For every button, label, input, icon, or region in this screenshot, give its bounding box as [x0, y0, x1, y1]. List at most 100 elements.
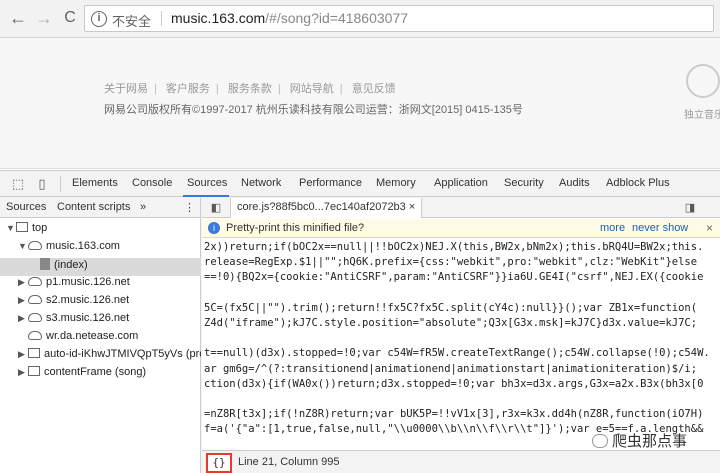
url-separator: [161, 11, 162, 26]
tab-memory[interactable]: Memory: [376, 177, 416, 189]
tab-adblock-plus[interactable]: Adblock Plus: [606, 177, 670, 189]
cloud-icon: [28, 277, 42, 286]
back-arrow-icon[interactable]: ←: [6, 6, 30, 30]
tab-console[interactable]: Console: [132, 177, 172, 189]
footer-divider: |: [277, 83, 281, 95]
footer-link-service[interactable]: 客户服务: [166, 83, 210, 95]
pretty-print-button[interactable]: {}: [206, 453, 232, 473]
tab-elements[interactable]: Elements: [72, 177, 118, 189]
address-bar[interactable]: i 不安全 music.163.com/#/song?id=418603077: [84, 5, 714, 32]
cursor-position: Line 21, Column 995: [238, 456, 340, 468]
page-viewport: 关于网易 | 客户服务 | 服务条款 | 网站导航 | 意见反馈 网易公司版权所有©19…: [0, 38, 720, 169]
indie-music-label: 独立音乐: [684, 110, 720, 121]
tree-item[interactable]: ▼ top: [0, 222, 201, 240]
footer-divider: |: [339, 83, 343, 95]
tree-item-label: wr.da.netease.com: [46, 330, 139, 342]
tab-audits[interactable]: Audits: [559, 177, 590, 189]
tree-item[interactable]: ▶ auto-id-iKhwJTMIVQpT5yVs (prox: [0, 348, 201, 366]
navigator-tab-sources[interactable]: Sources: [6, 201, 46, 213]
tab-performance[interactable]: Performance: [299, 177, 362, 189]
toolbar-divider: [60, 176, 61, 192]
expand-down-icon: ▼: [6, 223, 15, 233]
tree-item-label: p1.music.126.net: [46, 276, 130, 288]
editor-tab-core-js[interactable]: core.js?88f5bc0...7ec140af2072b3 ×: [230, 198, 423, 218]
cloud-icon: [28, 241, 42, 250]
copyright-text: 网易公司版权所有©1997-2017 杭州乐读科技有限公司运营：浙网文[2015…: [104, 104, 523, 116]
tree-item[interactable]: ▼ music.163.com: [0, 240, 201, 258]
code-line: t==null)(d3x).stopped=!0;var c54W=fR5W.c…: [204, 347, 710, 360]
footer-link-sitemap[interactable]: 网站导航: [290, 83, 334, 95]
expand-down-icon: ▼: [18, 241, 27, 251]
tab-application[interactable]: Application: [434, 177, 488, 189]
footer-link-feedback[interactable]: 意见反馈: [352, 83, 396, 95]
tab-security[interactable]: Security: [504, 177, 544, 189]
tree-item[interactable]: ▶ contentFrame (song): [0, 366, 201, 384]
devtools-panel: ⬚ ▯ Elements Console Sources Network Per…: [0, 170, 720, 473]
navigator-more-tabs[interactable]: »: [140, 201, 146, 213]
code-view[interactable]: 2x))return;if(bOC2x==null||!!bOC2x)NEJ.X…: [202, 239, 720, 450]
editor-status-bar: {} Line 21, Column 995: [202, 450, 720, 473]
navigator-tab-bar: Sources Content scripts » ⋮: [0, 198, 200, 218]
expand-right-icon: ▶: [18, 277, 25, 287]
info-circle-icon[interactable]: i: [91, 11, 107, 27]
editor-tab-bar: ◧ core.js?88f5bc0...7ec140af2072b3 × ◨: [202, 198, 720, 218]
devtools-tab-bar: ⬚ ▯ Elements Console Sources Network Per…: [0, 171, 720, 197]
tree-item[interactable]: (index): [0, 258, 201, 276]
navigator-tab-content-scripts[interactable]: Content scripts: [57, 201, 130, 213]
wechat-icon: [592, 434, 608, 448]
tree-item-label: auto-id-iKhwJTMIVQpT5yVs (prox: [44, 348, 201, 360]
tab-network[interactable]: Network: [241, 177, 281, 189]
toggle-debugger-icon[interactable]: ◨: [682, 200, 698, 216]
tree-item[interactable]: ▶ s3.music.126.net: [0, 312, 201, 330]
footer-link-about[interactable]: 关于网易: [104, 83, 148, 95]
cloud-icon: [28, 295, 42, 304]
code-line: 2x))return;if(bOC2x==null||!!bOC2x)NEJ.X…: [204, 241, 704, 253]
indie-music-logo-icon[interactable]: [686, 64, 720, 98]
cloud-icon: [28, 331, 42, 340]
security-label[interactable]: 不安全: [112, 11, 151, 30]
tree-item-label: (index): [54, 259, 88, 271]
code-line: release=RegExp.$1||"";hQ6K.prefix={css:"…: [204, 256, 698, 269]
sources-navigator: Sources Content scripts » ⋮ ▼ top ▼ music.1…: [0, 198, 201, 473]
expand-right-icon: ▶: [18, 295, 25, 305]
frame-icon: [28, 348, 40, 358]
tree-item[interactable]: ▶ p1.music.126.net: [0, 276, 201, 294]
code-line: ==!0){BQ2x={cookie:"AntiCSRF",param:"Ant…: [204, 271, 704, 284]
cloud-icon: [28, 313, 42, 322]
watermark: 爬虫那点事: [592, 430, 687, 451]
tree-item-label: s3.music.126.net: [46, 312, 130, 324]
url-text[interactable]: music.163.com/#/song?id=418603077: [171, 10, 408, 26]
frame-icon: [28, 366, 40, 376]
more-link[interactable]: more: [600, 222, 625, 234]
tree-item[interactable]: ▶ s2.music.126.net: [0, 294, 201, 312]
tree-item[interactable]: wr.da.netease.com: [0, 330, 201, 348]
never-show-link[interactable]: never show: [632, 222, 688, 234]
reload-icon[interactable]: C: [58, 6, 82, 30]
file-icon: [40, 258, 50, 270]
watermark-text: 爬虫那点事: [612, 433, 688, 450]
code-line: Z4d("iframe");kJ7C.style.position="absol…: [204, 317, 698, 329]
browser-toolbar: ← → C i 不安全 music.163.com/#/song?id=4186…: [0, 0, 720, 38]
tree-item-label: s2.music.126.net: [46, 294, 130, 306]
pretty-print-infobar: i Pretty-print this minified file? more …: [202, 219, 720, 238]
inspect-element-icon[interactable]: ⬚: [10, 176, 26, 192]
toggle-navigator-icon[interactable]: ◧: [208, 200, 224, 216]
footer-link-terms[interactable]: 服务条款: [228, 83, 272, 95]
code-line: 5C=(fx5C||"").trim();return!!fx5C?fx5C.s…: [204, 301, 698, 314]
code-line: ction(d3x){if(WA0x())return;d3x.stopped=…: [204, 377, 704, 390]
tree-item-label: top: [32, 222, 48, 234]
forward-arrow-icon[interactable]: →: [32, 6, 56, 30]
tree-item-label: contentFrame (song): [44, 366, 147, 378]
navigator-menu-icon[interactable]: ⋮: [184, 201, 195, 214]
expand-right-icon: ▶: [18, 367, 25, 377]
info-icon: i: [208, 222, 220, 234]
tab-sources[interactable]: Sources: [187, 177, 227, 189]
close-infobar-icon[interactable]: ×: [706, 221, 713, 235]
expand-right-icon: ▶: [18, 313, 25, 323]
device-toolbar-icon[interactable]: ▯: [34, 176, 50, 192]
code-line: ar gm6g=/^(?:transitionend|animationend|…: [204, 362, 698, 375]
active-tab-indicator: [183, 195, 229, 197]
url-path: /#/song?id=418603077: [265, 10, 409, 26]
footer-divider: |: [154, 83, 157, 95]
expand-right-icon: ▶: [18, 349, 25, 359]
